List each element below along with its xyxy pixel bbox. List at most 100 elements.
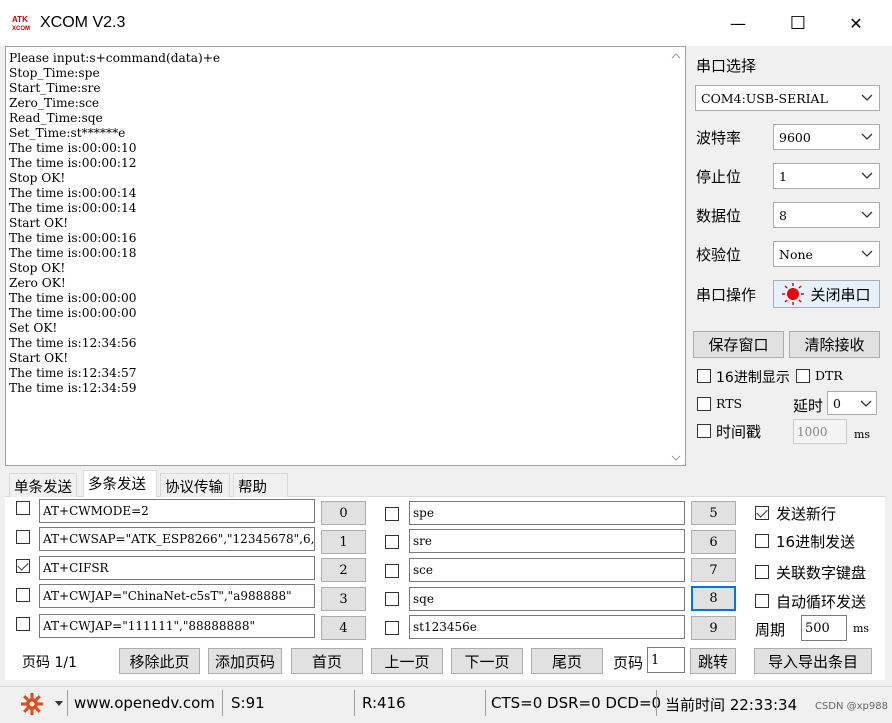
left-row-2-send-button[interactable]: 2 — [321, 558, 366, 582]
timestamp-interval-input[interactable]: 1000 — [793, 419, 847, 444]
line-status: CTS=0 DSR=0 DCD=0 — [491, 694, 662, 712]
period-unit: ms — [853, 622, 870, 635]
hex-display-checkbox[interactable] — [697, 369, 711, 383]
left-row-4-input[interactable]: AT+CWJAP="111111","88888888" — [39, 614, 315, 638]
timestamp-checkbox[interactable] — [697, 424, 711, 438]
receive-scrollbar[interactable] — [668, 47, 685, 465]
left-row-2-checkbox[interactable] — [16, 559, 30, 573]
left-row-2-input[interactable]: AT+CIFSR — [39, 556, 315, 580]
baud-label: 波特率 — [696, 129, 742, 147]
data-bits-label: 数据位 — [696, 207, 742, 225]
right-row-7-checkbox[interactable] — [385, 564, 399, 578]
stop-bits-label: 停止位 — [696, 168, 742, 186]
port-select[interactable]: COM4:USB-SERIAL — [695, 85, 880, 111]
auto-loop-checkbox[interactable] — [755, 594, 769, 608]
right-row-9-send-button[interactable]: 9 — [691, 616, 736, 640]
baud-select[interactable]: 9600 — [773, 124, 880, 150]
left-row-3-send-button[interactable]: 3 — [321, 587, 366, 611]
left-row-1-input[interactable]: AT+CWSAP="ATK_ESP8266","12345678",6, — [39, 527, 315, 551]
scroll-down-icon[interactable] — [671, 455, 681, 461]
minimize-button[interactable]: — — [715, 8, 761, 38]
left-row-1-checkbox[interactable] — [16, 530, 30, 544]
first-page-button[interactable]: 首页 — [291, 648, 363, 674]
status-separator — [222, 690, 223, 716]
app-icon-bottom: XCOM — [12, 26, 30, 32]
tab-multi-send[interactable]: 多条发送 — [83, 470, 157, 497]
status-separator — [67, 690, 68, 716]
remove-page-button[interactable]: 移除此页 — [119, 648, 200, 674]
parity-label: 校验位 — [696, 246, 742, 264]
receive-area[interactable]: Please input:s+command(data)+e Stop_Time… — [5, 46, 686, 466]
delay-value: 0 — [833, 395, 841, 411]
right-row-5-send-button[interactable]: 5 — [691, 501, 736, 525]
goto-page-input[interactable]: 1 — [647, 647, 685, 673]
dtr-label: DTR — [815, 368, 843, 383]
left-row-1-send-button[interactable]: 1 — [321, 530, 366, 554]
current-time: 当前时间 22:33:34 — [665, 696, 798, 714]
right-row-6-checkbox[interactable] — [385, 535, 399, 549]
send-newline-label: 发送新行 — [776, 505, 837, 523]
port-op-label: 串口操作 — [696, 286, 757, 304]
timestamp-label: 时间戳 — [716, 423, 762, 441]
import-export-button[interactable]: 导入导出条目 — [754, 648, 872, 674]
left-row-0-send-button[interactable]: 0 — [321, 501, 366, 525]
right-row-7-send-button[interactable]: 7 — [691, 558, 736, 582]
hex-send-label: 16进制发送 — [776, 533, 856, 551]
baud-value: 9600 — [779, 129, 811, 145]
add-page-button[interactable]: 添加页码 — [208, 648, 282, 674]
chevron-down-icon — [860, 400, 872, 407]
left-row-3-checkbox[interactable] — [16, 588, 30, 602]
close-port-button[interactable]: 关闭串口 — [773, 280, 880, 308]
status-separator — [354, 690, 355, 716]
status-separator — [656, 690, 657, 716]
tab-single-send[interactable]: 单条发送 — [9, 473, 77, 497]
scroll-up-icon[interactable] — [671, 53, 681, 59]
left-row-4-send-button[interactable]: 4 — [321, 616, 366, 640]
stop-bits-select[interactable]: 1 — [773, 163, 880, 189]
period-input[interactable]: 500 — [801, 615, 847, 641]
parity-value: None — [779, 246, 813, 262]
chevron-down-icon — [861, 94, 873, 101]
delay-select[interactable]: 0 — [827, 391, 877, 415]
right-row-5-input[interactable]: spe — [409, 501, 685, 525]
website-link[interactable]: www.openedv.com — [74, 694, 215, 712]
right-row-9-input[interactable]: st123456e — [409, 615, 685, 639]
maximize-button[interactable]: ☐ — [775, 8, 821, 38]
right-row-6-send-button[interactable]: 6 — [691, 530, 736, 554]
data-bits-value: 8 — [779, 207, 787, 223]
parity-select[interactable]: None — [773, 241, 880, 267]
right-row-5-checkbox[interactable] — [385, 507, 399, 521]
next-page-button[interactable]: 下一页 — [451, 648, 523, 674]
jump-button[interactable]: 跳转 — [690, 648, 736, 674]
right-row-8-send-button[interactable]: 8 — [691, 586, 736, 611]
left-row-3-input[interactable]: AT+CWJAP="ChinaNet-c5sT","a988888" — [39, 584, 315, 608]
clear-receive-button[interactable]: 清除接收 — [789, 331, 880, 358]
numpad-label: 关联数字键盘 — [776, 564, 867, 582]
right-row-6-input[interactable]: sre — [409, 529, 685, 553]
right-row-7-input[interactable]: sce — [409, 558, 685, 582]
last-page-button[interactable]: 尾页 — [531, 648, 603, 674]
tab-help[interactable]: 帮助 — [233, 473, 288, 497]
save-window-button[interactable]: 保存窗口 — [693, 331, 784, 358]
rts-checkbox[interactable] — [697, 397, 711, 411]
numpad-checkbox[interactable] — [755, 565, 769, 579]
gear-icon[interactable] — [20, 692, 44, 716]
data-bits-select[interactable]: 8 — [773, 202, 880, 228]
dtr-checkbox[interactable] — [796, 369, 810, 383]
hex-send-checkbox[interactable] — [755, 534, 769, 548]
send-newline-checkbox[interactable] — [755, 506, 769, 520]
left-row-4-checkbox[interactable] — [16, 617, 30, 631]
hex-display-label: 16进制显示 — [716, 370, 790, 386]
right-row-8-input[interactable]: sqe — [409, 587, 685, 611]
prev-page-button[interactable]: 上一页 — [371, 648, 443, 674]
right-row-9-checkbox[interactable] — [385, 621, 399, 635]
left-row-0-input[interactable]: AT+CWMODE=2 — [39, 499, 315, 523]
tab-protocol[interactable]: 协议传输 — [160, 473, 230, 497]
chevron-down-icon — [861, 211, 873, 218]
close-button[interactable]: ✕ — [833, 8, 879, 38]
right-row-8-checkbox[interactable] — [385, 592, 399, 606]
left-row-0-checkbox[interactable] — [16, 501, 30, 515]
period-label: 周期 — [755, 621, 786, 639]
caret-down-icon[interactable] — [55, 701, 63, 707]
port-section-label: 串口选择 — [696, 57, 757, 75]
